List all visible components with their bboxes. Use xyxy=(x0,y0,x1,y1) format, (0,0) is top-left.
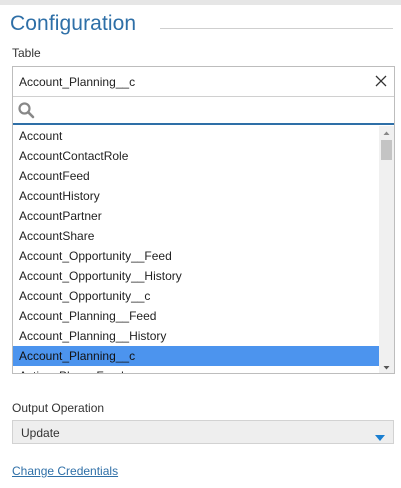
output-operation-select[interactable]: Update xyxy=(12,420,394,444)
table-options-list[interactable]: Account AccountContactRole AccountFeed Acco… xyxy=(13,126,379,373)
scroll-down-arrow-icon[interactable] xyxy=(379,361,394,373)
list-item[interactable]: Account_Opportunity__c xyxy=(13,286,379,306)
section-title: Configuration xyxy=(10,12,137,35)
chevron-down-icon xyxy=(375,429,385,441)
list-item[interactable]: Account xyxy=(13,126,379,146)
table-combobox[interactable]: Account_Planning__c Account AccountContac… xyxy=(12,66,395,374)
list-item[interactable]: Account_Opportunity__Feed xyxy=(13,246,379,266)
list-item[interactable]: Account_Opportunity__History xyxy=(13,266,379,286)
table-search-input[interactable] xyxy=(39,100,383,122)
output-operation-value: Update xyxy=(21,426,60,440)
list-item[interactable]: Account_Planning__Feed xyxy=(13,306,379,326)
table-selected-value: Account_Planning__c xyxy=(19,75,136,89)
title-divider xyxy=(160,28,393,29)
list-item[interactable]: AccountPartner xyxy=(13,206,379,226)
list-item[interactable]: AccountContactRole xyxy=(13,146,379,166)
list-item[interactable]: Account_Planning__History xyxy=(13,326,379,346)
list-item[interactable]: Action_Plan__Feed xyxy=(13,366,379,373)
list-item[interactable]: AccountHistory xyxy=(13,186,379,206)
table-label: Table xyxy=(12,46,41,60)
change-credentials-link[interactable]: Change Credentials xyxy=(12,464,118,478)
scrollbar-thumb[interactable] xyxy=(381,140,392,160)
search-icon xyxy=(17,101,35,119)
list-item[interactable]: Account_Planning__c xyxy=(13,346,379,366)
output-operation-label: Output Operation xyxy=(12,401,105,415)
scroll-up-arrow-icon[interactable] xyxy=(379,126,394,138)
list-item[interactable]: AccountShare xyxy=(13,226,379,246)
table-search-box[interactable] xyxy=(13,97,394,125)
table-selected-value-field[interactable]: Account_Planning__c xyxy=(13,67,394,97)
clear-icon[interactable] xyxy=(372,72,390,90)
list-scrollbar[interactable] xyxy=(379,126,394,373)
top-bar xyxy=(0,0,401,5)
list-item[interactable]: AccountFeed xyxy=(13,166,379,186)
